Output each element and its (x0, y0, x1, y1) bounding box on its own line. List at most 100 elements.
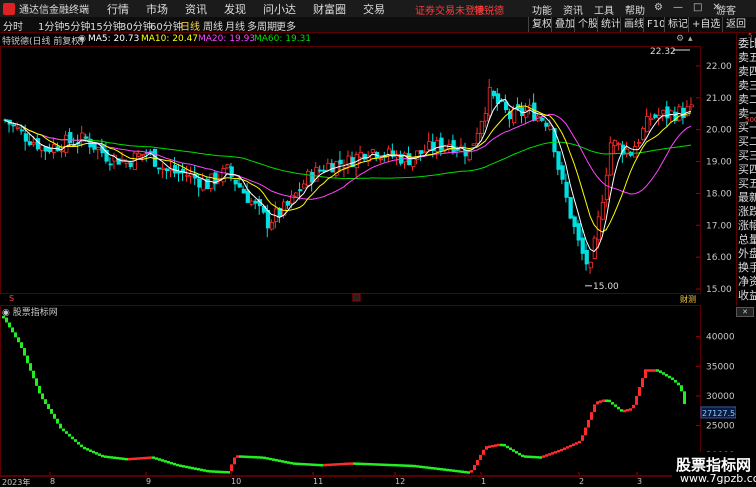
candle-body (60, 150, 65, 153)
order-item-latest: 最新 (738, 191, 756, 204)
menu-gongju[interactable]: 工具 (594, 2, 614, 17)
indicator-step (653, 369, 656, 372)
period-fenshi[interactable]: 分时 (3, 18, 23, 33)
indicator-step (296, 462, 299, 466)
menu-shichang[interactable]: 市场 (146, 1, 168, 17)
order-item-weibi: 委比 (738, 37, 756, 50)
indicator-step (128, 457, 131, 461)
minimize-icon[interactable]: — (673, 2, 683, 13)
period-multi[interactable]: 多周期 (247, 18, 277, 33)
gear-small-icon[interactable]: ⚙ (676, 34, 684, 44)
period-30min[interactable]: 30分钟 (120, 18, 153, 33)
indicator-step (377, 463, 380, 466)
menu-caifuquan[interactable]: 财富圈 (313, 1, 346, 17)
indicator-step (545, 454, 548, 457)
maximize-icon[interactable]: □ (693, 2, 702, 13)
menu-hangqing[interactable]: 行情 (107, 1, 129, 17)
indicator-step (341, 462, 344, 466)
indicator-close-icon[interactable]: ✕ (736, 307, 754, 317)
settings-dot-icon[interactable]: ◉ (78, 34, 86, 44)
menu-wenxiaoda[interactable]: 问小达 (263, 1, 296, 17)
date-axis: 2023年 8 9 10 11 12 1 2 3 (0, 476, 700, 487)
candle-body (689, 104, 694, 108)
candle-body (35, 138, 41, 150)
candle-body (560, 165, 565, 180)
indicator-step (521, 454, 524, 458)
top-menu: 行情 市场 资讯 发现 问小达 财富圈 交易 (107, 1, 402, 17)
indicator-step (506, 445, 509, 449)
y-tick-label: 15.00 (706, 285, 732, 295)
sub-chart-frame (0, 305, 701, 476)
indicator-step (14, 332, 17, 338)
order-item-buy2: 买二 (738, 135, 756, 148)
candle-body (310, 172, 315, 183)
menu-faxian[interactable]: 发现 (224, 1, 246, 17)
candle-body (197, 178, 202, 188)
indicator-step (662, 372, 665, 375)
candle-body (96, 147, 101, 151)
indicator-step (443, 468, 446, 471)
period-toolbar: 分时 1分钟 5分钟 15分钟 30分钟 60分钟 日线 周线 月线 多周期 更… (0, 17, 756, 33)
period-1min[interactable]: 1分钟 (38, 18, 64, 33)
menu-zixun-right[interactable]: 资讯 (563, 2, 583, 17)
order-item-buy4: 买四 (738, 163, 756, 176)
kline-chart[interactable]: 22.00 21.00 20.00 19.00 18.00 17.00 16.00 15.00… (0, 46, 736, 305)
period-more[interactable]: 更多 (276, 18, 296, 33)
indicator-step (236, 455, 239, 458)
period-60min[interactable]: 60分钟 (150, 18, 183, 33)
indicator-step (125, 457, 128, 461)
indicator-step (305, 463, 308, 466)
candle-body (584, 249, 589, 265)
indicator-step (407, 464, 410, 468)
collapse-icon[interactable]: ▴ (688, 34, 693, 44)
indicator-step (218, 470, 221, 474)
indicator-step (464, 470, 467, 474)
indicator-step (149, 456, 152, 459)
indicator-step (476, 459, 479, 466)
indicator-step (89, 449, 92, 452)
period-weekly[interactable]: 周线 (203, 18, 223, 33)
mark-button[interactable]: 标记 (664, 17, 691, 32)
indicator-chart[interactable]: 400003500030000250002000027127.54 (0, 305, 736, 476)
add-watchlist-button[interactable]: +自选 (688, 17, 723, 32)
indicator-step (599, 400, 602, 403)
settings-icon[interactable]: ⚙ (654, 2, 663, 13)
candle-body (302, 183, 307, 189)
indicator-step (116, 456, 119, 460)
date-label: 11 (313, 477, 324, 486)
indicator-step (452, 469, 455, 472)
period-5min[interactable]: 5分钟 (64, 18, 90, 33)
indicator-step (404, 464, 407, 467)
indicator-step (620, 409, 623, 412)
indicator-step (593, 404, 596, 413)
indicator-step (158, 458, 161, 461)
candle-body (156, 167, 162, 170)
indicator-step (428, 466, 431, 470)
indicator-step (104, 455, 107, 458)
menu-zixun[interactable]: 资讯 (185, 1, 207, 17)
indicator-step (392, 463, 395, 467)
guest-label[interactable]: 游客 (716, 2, 736, 17)
candle-body (27, 141, 33, 146)
indicator-step (605, 399, 608, 402)
order-book-panel: 委比 卖五 卖四 卖三 卖二 卖一 买一 买二 买三 买四 买五 最新 涨跌 涨… (736, 32, 756, 306)
indicator-settings-icon[interactable]: ◉ (2, 308, 13, 318)
indicator-step (470, 470, 473, 473)
period-monthly[interactable]: 月线 (225, 18, 245, 33)
indicator-step (371, 463, 374, 466)
sub-y-tick-label: 35000 (706, 362, 735, 372)
candle-body (225, 164, 230, 169)
indicator-step (275, 458, 278, 462)
menu-gongneng[interactable]: 功能 (532, 2, 552, 17)
indicator-step (539, 456, 542, 459)
menu-bangzhu[interactable]: 帮助 (625, 2, 645, 17)
period-15min[interactable]: 15分钟 (90, 18, 123, 33)
period-daily[interactable]: 日线 (180, 18, 200, 33)
indicator-step (155, 457, 158, 460)
back-button[interactable]: 返回 (722, 17, 749, 32)
menu-jiaoyi[interactable]: 交易 (363, 1, 385, 17)
indicator-step (197, 468, 200, 471)
indicator-step (35, 378, 38, 386)
candle-body (306, 170, 311, 186)
indicator-step (422, 465, 425, 469)
